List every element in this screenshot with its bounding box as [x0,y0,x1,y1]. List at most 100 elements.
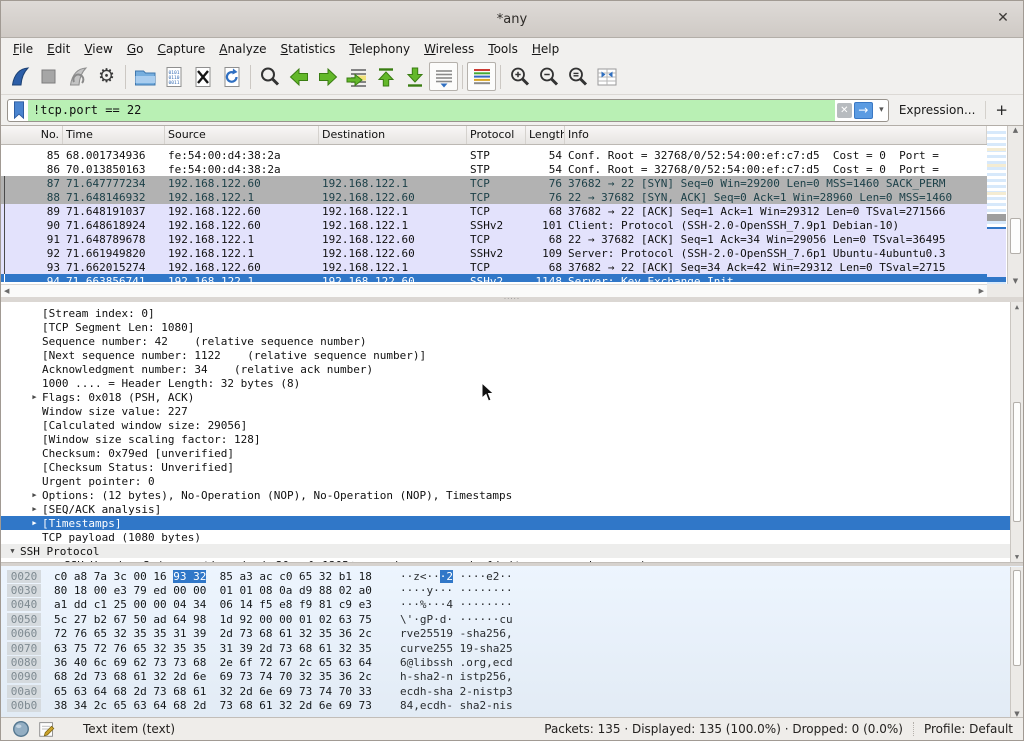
resize-columns-button[interactable] [592,62,621,91]
close-window-button[interactable]: ✕ [993,10,1013,26]
menu-wireless[interactable]: Wireless [417,40,481,58]
menu-help[interactable]: Help [525,40,566,58]
bytes-vscrollbar[interactable]: ▼ [1010,567,1023,719]
packet-list-minimap[interactable] [987,128,1006,284]
detail-line[interactable]: TCP payload (1080 bytes) [1,530,1023,544]
filter-clear-button[interactable]: ✕ [837,103,852,118]
capture-restart-button[interactable] [63,62,92,91]
hex-row[interactable]: 00b038 34 2c 65 63 64 68 2d 73 68 61 32 … [1,699,1023,713]
hex-row[interactable]: 003080 18 00 e3 79 ed 00 00 01 01 08 0a … [1,583,1023,597]
packet-row-90[interactable]: 9071.648618924192.168.122.60192.168.122.… [1,218,987,232]
packet-list-hscrollbar[interactable]: ◀▶ [1,284,987,297]
filter-history-dropdown[interactable]: ▾ [875,105,888,115]
detail-line[interactable]: Urgent pointer: 0 [1,474,1023,488]
packet-list-vscrollbar[interactable]: ▲▼ [1007,126,1023,285]
scroll-thumb[interactable] [1010,218,1021,254]
column-header-protocol[interactable]: Protocol [467,126,526,144]
display-filter-input[interactable]: !tcp.port == 22 [28,100,835,121]
menu-tools[interactable]: Tools [481,40,525,58]
detail-line-options[interactable]: ▶Options: (12 bytes), No-Operation (NOP)… [1,488,1023,502]
expander-icon[interactable]: ▶ [27,393,42,401]
expression-button[interactable]: Expression... [889,103,986,117]
detail-line[interactable]: Sequence number: 42 (relative sequence n… [1,334,1023,348]
go-forward-button[interactable] [313,62,342,91]
capture-start-button[interactable] [5,62,34,91]
auto-scroll-toggle[interactable] [429,62,458,91]
file-reload-button[interactable] [217,62,246,91]
menu-telephony[interactable]: Telephony [342,40,417,58]
file-open-button[interactable] [130,62,159,91]
detail-line[interactable]: Acknowledgment number: 34 (relative ack … [1,362,1023,376]
capture-options-button[interactable]: ⚙ [92,62,121,91]
capture-comment-icon[interactable] [37,719,57,739]
add-filter-button[interactable]: + [985,101,1017,119]
packet-row-91[interactable]: 9171.648789678192.168.122.1192.168.122.6… [1,232,987,246]
capture-stop-button[interactable] [34,62,63,91]
detail-line-flags[interactable]: ▶Flags: 0x018 (PSH, ACK) [1,390,1023,404]
detail-line[interactable]: [Checksum Status: Unverified] [1,460,1023,474]
scroll-left-icon[interactable]: ◀ [4,287,9,295]
detail-line[interactable]: [TCP Segment Len: 1080] [1,320,1023,334]
detail-line[interactable]: 1000 .... = Header Length: 32 bytes (8) [1,376,1023,390]
packet-row-85[interactable]: 8568.001734936fe:54:00:d4:38:2aSTP54Conf… [1,148,987,162]
hex-row[interactable]: 008036 40 6c 69 62 73 73 68 2e 6f 72 67 … [1,655,1023,669]
expander-icon[interactable]: ▼ [5,547,20,555]
status-profile[interactable]: Profile: Default [924,722,1013,736]
column-header-length[interactable]: Length [526,126,565,144]
zoom-in-button[interactable] [505,62,534,91]
expander-icon[interactable]: ▶ [27,505,42,513]
column-header-time[interactable]: Time [63,126,165,144]
column-header-info[interactable]: Info [565,126,987,144]
detail-line-timestamps-selected[interactable]: ▶[Timestamps] [1,516,1023,530]
packet-row-94-selected[interactable]: 9471.663856741192.168.122.1192.168.122.6… [1,274,987,282]
scroll-thumb[interactable] [1013,570,1021,666]
hex-row[interactable]: 0020c0 a8 7a 3c 00 16 93 32 85 a3 ac c0 … [1,569,1023,583]
detail-line[interactable]: Window size value: 227 [1,404,1023,418]
scroll-thumb[interactable] [1013,402,1021,522]
go-back-button[interactable] [284,62,313,91]
hex-row[interactable]: 0040a1 dd c1 25 00 00 04 34 06 14 f5 e8 … [1,598,1023,612]
packet-row-93[interactable]: 9371.662015274192.168.122.60192.168.122.… [1,260,987,274]
hex-row[interactable]: 00505c 27 b2 67 50 ad 64 98 1d 92 00 00 … [1,612,1023,626]
menu-file[interactable]: File [6,40,40,58]
column-header-no[interactable]: No. [1,126,63,144]
menu-capture[interactable]: Capture [150,40,212,58]
menu-statistics[interactable]: Statistics [274,40,343,58]
zoom-out-button[interactable] [534,62,563,91]
packet-row-89[interactable]: 8971.648191037192.168.122.60192.168.122.… [1,204,987,218]
go-first-button[interactable] [371,62,400,91]
file-close-button[interactable] [188,62,217,91]
go-last-button[interactable] [400,62,429,91]
detail-line[interactable]: [Stream index: 0] [1,306,1023,320]
scroll-up-icon[interactable]: ▲ [1015,303,1019,311]
column-header-source[interactable]: Source [165,126,319,144]
file-save-button[interactable]: 010101100011 [159,62,188,91]
detail-line[interactable]: [Calculated window size: 29056] [1,418,1023,432]
colorize-packets-toggle[interactable] [467,62,496,91]
packet-row-92[interactable]: 9271.661949820192.168.122.1192.168.122.6… [1,246,987,260]
hex-row[interactable]: 009068 2d 73 68 61 32 2d 6e 69 73 74 70 … [1,670,1023,684]
column-header-destination[interactable]: Destination [319,126,467,144]
detail-line-seq-ack[interactable]: ▶[SEQ/ACK analysis] [1,502,1023,516]
menu-analyze[interactable]: Analyze [212,40,273,58]
scroll-up-icon[interactable]: ▲ [1013,126,1018,134]
details-vscrollbar[interactable]: ▲▼ [1010,302,1023,562]
packet-row-88[interactable]: 8871.648146932192.168.122.1192.168.122.6… [1,190,987,204]
menu-edit[interactable]: Edit [40,40,77,58]
expander-icon[interactable]: ▶ [27,519,42,527]
hex-row[interactable]: 006072 76 65 32 35 35 31 39 2d 73 68 61 … [1,627,1023,641]
expander-icon[interactable]: ▶ [27,491,42,499]
zoom-reset-button[interactable] [563,62,592,91]
detail-line-ssh-protocol[interactable]: ▼SSH Protocol [1,544,1023,558]
menu-go[interactable]: Go [120,40,151,58]
bookmark-icon[interactable] [10,100,28,120]
go-to-packet-button[interactable] [342,62,371,91]
find-packet-button[interactable] [255,62,284,91]
filter-apply-button[interactable]: → [854,102,873,119]
hex-row[interactable]: 00a065 63 64 68 2d 73 68 61 32 2d 6e 69 … [1,684,1023,698]
detail-line[interactable]: Checksum: 0x79ed [unverified] [1,446,1023,460]
detail-line[interactable]: [Window size scaling factor: 128] [1,432,1023,446]
menu-view[interactable]: View [77,40,119,58]
packet-row-87[interactable]: 8771.647777234192.168.122.60192.168.122.… [1,176,987,190]
scroll-right-icon[interactable]: ▶ [979,287,984,295]
